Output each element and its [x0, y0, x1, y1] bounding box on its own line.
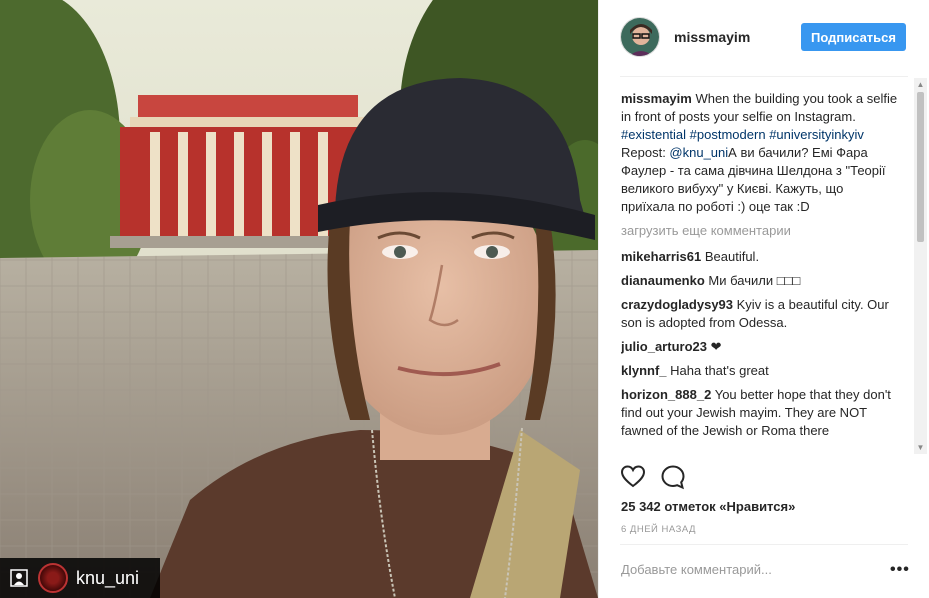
comment-username[interactable]: julio_arturo23	[621, 339, 707, 354]
comment-item: dianaumenko Ми бачили □□□	[621, 272, 899, 290]
comments-list[interactable]: missmayim When the building you took a s…	[621, 90, 899, 456]
load-more-comments[interactable]: загрузить еще комментарии	[621, 222, 899, 240]
comment-item: mikeharris61 Beautiful.	[621, 248, 899, 266]
comment-username[interactable]: mikeharris61	[621, 249, 701, 264]
comment-username[interactable]: crazydogladysy93	[621, 297, 733, 312]
comment-username[interactable]: dianaumenko	[621, 273, 705, 288]
post-timestamp[interactable]: 6 ДНЕЙ НАЗАД	[621, 524, 696, 535]
repost-prefix: Repost:	[621, 145, 670, 160]
comment-item: horizon_888_2 You better hope that they …	[621, 386, 899, 440]
caption-username[interactable]: missmayim	[621, 91, 692, 106]
comment-item: crazydogladysy93 Kyiv is a beautiful cit…	[621, 296, 899, 332]
comment-item: julio_arturo23 ❤	[621, 338, 899, 356]
comment-username[interactable]: horizon_888_2	[621, 387, 711, 402]
follow-button[interactable]: Подписаться	[800, 23, 906, 51]
header-divider	[620, 76, 908, 77]
comment-text: Beautiful.	[704, 249, 760, 264]
comment-text: Ми бачили □□□	[708, 273, 801, 288]
comment-divider	[620, 544, 908, 545]
action-bar	[620, 464, 686, 495]
heart-icon[interactable]	[620, 464, 646, 495]
post-header: missmayim Подписаться	[620, 15, 910, 59]
comment-item: klynnf_ Haha that's great	[621, 362, 899, 380]
repost-username: knu_uni	[76, 567, 140, 588]
hashtag-postmodern[interactable]: #postmodern	[690, 127, 766, 142]
post-photo[interactable]: knu_uni	[0, 0, 598, 598]
likes-count[interactable]: 25 342 отметок «Нравится»	[621, 499, 795, 514]
more-options-icon[interactable]: •••	[890, 562, 910, 578]
hashtag-universityinkyiv[interactable]: #universityinkyiv	[769, 127, 864, 142]
repost-attribution[interactable]: knu_uni	[0, 558, 160, 598]
caption: missmayim When the building you took a s…	[621, 90, 899, 216]
comment-username[interactable]: klynnf_	[621, 363, 667, 378]
repost-person-icon	[8, 567, 30, 589]
repost-avatar	[38, 563, 68, 593]
avatar[interactable]	[620, 17, 660, 57]
scroll-up-icon[interactable]: ▲	[916, 80, 925, 89]
comment-text: Haha that's great	[670, 363, 769, 378]
scroll-thumb[interactable]	[917, 92, 924, 242]
comments-scrollbar[interactable]: ▲ ▼	[914, 78, 927, 454]
comment-input[interactable]	[621, 562, 871, 577]
scroll-down-icon[interactable]: ▼	[916, 443, 925, 452]
comment-text: ❤	[710, 339, 722, 354]
header-username[interactable]: missmayim	[674, 29, 750, 45]
comment-bubble-icon[interactable]	[660, 464, 686, 495]
hashtag-existential[interactable]: #existential	[621, 127, 686, 142]
repost-mention[interactable]: @knu_uni	[669, 145, 728, 160]
selfie-image	[0, 0, 598, 598]
